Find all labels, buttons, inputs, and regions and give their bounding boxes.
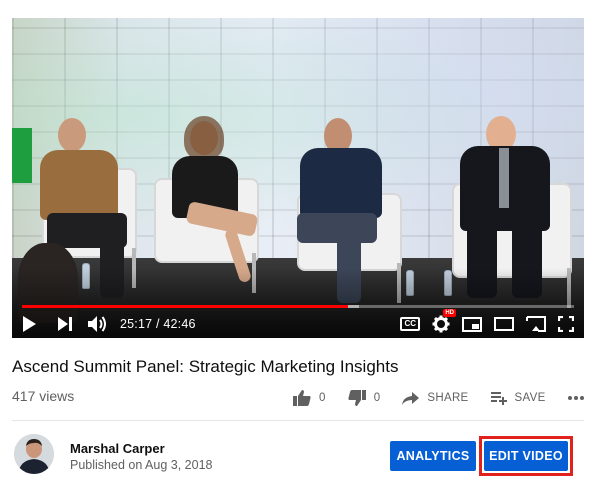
video-frame bbox=[12, 18, 584, 338]
next-icon[interactable] bbox=[58, 312, 72, 336]
channel-name[interactable]: Marshal Carper bbox=[70, 441, 165, 456]
current-time: 25:17 bbox=[120, 317, 153, 331]
share-label: SHARE bbox=[427, 392, 469, 404]
dislike-button[interactable]: 0 bbox=[348, 390, 381, 406]
hd-badge: HD bbox=[443, 309, 456, 317]
progress-bar[interactable] bbox=[22, 305, 574, 308]
playlist-add-icon bbox=[490, 391, 507, 405]
dislike-count: 0 bbox=[373, 392, 381, 404]
more-horizontal-icon bbox=[567, 396, 584, 400]
divider bbox=[12, 420, 584, 421]
view-count: 417 views bbox=[12, 388, 75, 404]
gear-icon[interactable]: HD bbox=[432, 309, 456, 336]
fullscreen-icon[interactable] bbox=[558, 312, 574, 336]
video-actions: 0 0 SHARE SAVE bbox=[293, 388, 584, 408]
publish-date: Published on Aug 3, 2018 bbox=[70, 458, 213, 472]
more-actions-button[interactable] bbox=[567, 396, 584, 400]
share-button[interactable]: SHARE bbox=[402, 391, 469, 405]
miniplayer-icon[interactable] bbox=[462, 312, 482, 336]
progress-played bbox=[22, 305, 348, 308]
volume-icon[interactable] bbox=[88, 312, 108, 336]
captions-label: CC bbox=[400, 317, 420, 331]
time-display: 25:17 / 42:46 bbox=[120, 317, 196, 331]
captions-icon[interactable]: CC bbox=[400, 312, 420, 336]
analytics-button[interactable]: ANALYTICS bbox=[390, 441, 476, 471]
like-button[interactable]: 0 bbox=[293, 390, 326, 406]
video-title: Ascend Summit Panel: Strategic Marketing… bbox=[12, 357, 399, 376]
like-count: 0 bbox=[319, 392, 326, 404]
duration: 42:46 bbox=[163, 317, 196, 331]
cast-icon[interactable] bbox=[526, 312, 546, 336]
theater-mode-icon[interactable] bbox=[494, 312, 514, 336]
avatar[interactable] bbox=[14, 434, 54, 474]
play-icon[interactable] bbox=[22, 312, 36, 336]
save-label: SAVE bbox=[514, 392, 546, 404]
video-player[interactable]: 25:17 / 42:46 CC HD bbox=[12, 18, 584, 338]
save-button[interactable]: SAVE bbox=[490, 391, 546, 405]
share-arrow-icon bbox=[402, 391, 420, 405]
thumbs-up-icon bbox=[293, 390, 311, 406]
time-separator: / bbox=[155, 317, 160, 331]
thumbs-down-icon bbox=[348, 390, 366, 406]
player-controls: 25:17 / 42:46 CC HD bbox=[12, 309, 584, 338]
edit-video-button[interactable]: EDIT VIDEO bbox=[484, 441, 568, 471]
